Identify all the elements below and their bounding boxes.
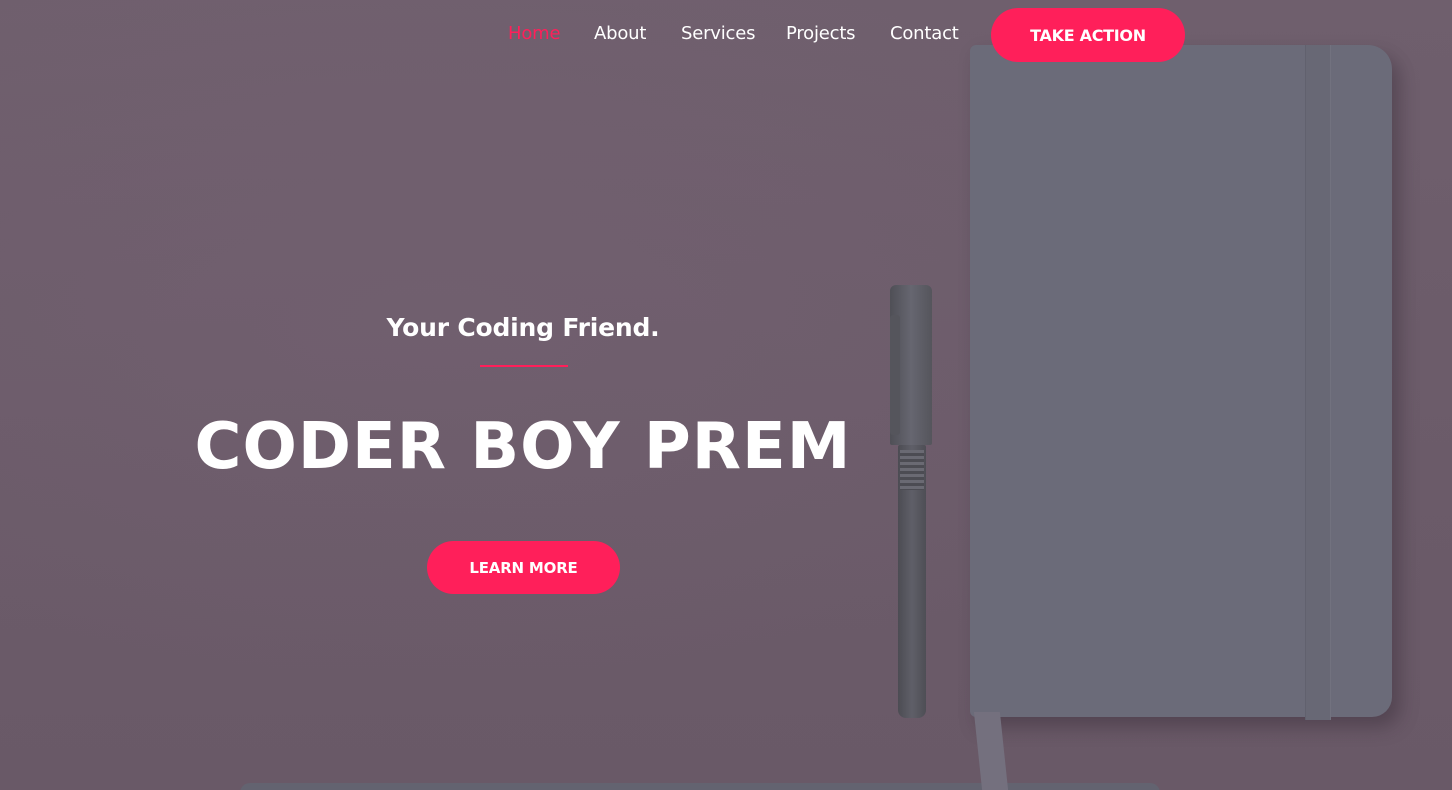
notebook-band [1305,45,1331,720]
learn-more-button[interactable]: LEARN MORE [427,541,620,594]
nav-link-projects[interactable]: Projects [786,23,856,44]
subtitle-underline [480,365,568,367]
nav-link-home[interactable]: Home [508,23,561,44]
top-navigation: Home About Services Projects Contact TAK… [0,0,1452,70]
desk-tray [240,783,1160,790]
pen-image [890,285,932,718]
hero-title: CODER BOY PREM [194,410,852,484]
hero-subtitle: Your Coding Friend. [386,313,660,342]
nav-link-services[interactable]: Services [681,23,756,44]
pen-grip [900,450,924,490]
take-action-button[interactable]: TAKE ACTION [991,8,1185,62]
nav-link-contact[interactable]: Contact [890,23,959,44]
nav-link-about[interactable]: About [594,23,646,44]
pen-clip [890,315,900,435]
